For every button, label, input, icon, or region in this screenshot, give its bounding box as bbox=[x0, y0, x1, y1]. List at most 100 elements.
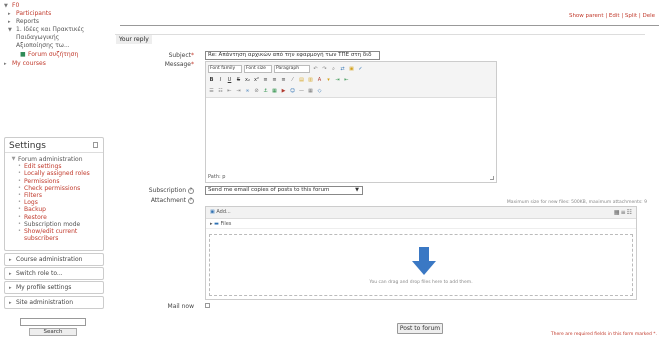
background-color-icon[interactable]: ▾ bbox=[325, 77, 332, 84]
subscription-select[interactable]: Send me email copies of posts to this fo… bbox=[205, 186, 363, 195]
dropdown-arrow-icon: ▼ bbox=[355, 187, 359, 193]
subscript-icon[interactable]: x₂ bbox=[244, 77, 251, 84]
bold-icon[interactable]: B bbox=[208, 77, 215, 84]
link-icon[interactable]: ∞ bbox=[244, 88, 251, 95]
emoticon-icon[interactable]: ☺ bbox=[289, 88, 296, 95]
settings-item[interactable]: • Restore bbox=[15, 214, 99, 221]
resize-handle[interactable] bbox=[490, 176, 494, 180]
strikethrough-icon[interactable]: S bbox=[235, 77, 242, 84]
search-form: Search bbox=[20, 318, 90, 336]
numbered-list-icon[interactable]: ☷ bbox=[217, 88, 224, 95]
image-icon[interactable]: ▦ bbox=[271, 88, 278, 95]
help-icon[interactable]: ? bbox=[188, 187, 194, 194]
media-icon[interactable]: ▶ bbox=[280, 88, 287, 95]
post-to-forum-button[interactable]: Post to forum bbox=[397, 323, 443, 334]
font-size-select[interactable]: Font size bbox=[244, 65, 272, 73]
undo-icon[interactable]: ↶ bbox=[312, 66, 319, 73]
add-file-button[interactable]: ▣ Add... bbox=[210, 209, 231, 215]
block-site-administration[interactable]: ▸ Site administration bbox=[4, 296, 104, 309]
settings-body: ▼ Forum administration • Edit settings • L… bbox=[5, 153, 103, 245]
italic-icon[interactable]: I bbox=[217, 77, 224, 84]
settings-link[interactable]: Filters bbox=[24, 192, 42, 199]
settings-item[interactable]: • Subscription mode bbox=[15, 221, 99, 228]
ltr-icon[interactable]: ⇥ bbox=[334, 77, 341, 84]
nav-link[interactable]: F0 bbox=[12, 2, 19, 10]
clean-icon[interactable]: ⁄ bbox=[289, 77, 296, 84]
align-right-icon[interactable]: ≡ bbox=[280, 77, 287, 84]
bullet-icon: • bbox=[18, 192, 21, 199]
search-input[interactable] bbox=[20, 318, 86, 326]
filemanager-toolbar: ▣ Add... ▦≡☷ bbox=[206, 207, 636, 219]
underline-icon[interactable]: U bbox=[226, 77, 233, 84]
view-mode-icons[interactable]: ▦≡☷ bbox=[614, 209, 633, 216]
forum-administration-node[interactable]: ▼ Forum administration bbox=[9, 156, 99, 163]
align-left-icon[interactable]: ≡ bbox=[262, 77, 269, 84]
paste-word-icon[interactable]: ▥ bbox=[307, 77, 314, 84]
bullet-icon: • bbox=[18, 206, 21, 213]
subject-input[interactable]: Re: Απάντηση αρχικών από την εφαρμογή τω… bbox=[205, 51, 380, 60]
settings-block: Settings ▼ Forum administration • Edit se… bbox=[4, 137, 104, 251]
outdent-icon[interactable]: ⇤ bbox=[226, 88, 233, 95]
anchor-icon[interactable]: ⚓ bbox=[262, 88, 269, 95]
settings-link[interactable]: Locally assigned roles bbox=[24, 170, 90, 177]
mailnow-checkbox[interactable] bbox=[205, 303, 210, 308]
nav-link[interactable]: Forum συζήτηση bbox=[28, 51, 78, 59]
settings-link[interactable]: Show/edit current subscribers bbox=[24, 228, 94, 242]
settings-link[interactable]: Backup bbox=[24, 206, 46, 213]
hr-icon[interactable]: — bbox=[298, 88, 305, 95]
redo-icon[interactable]: ↷ bbox=[321, 66, 328, 73]
paragraph-select[interactable]: Paragraph bbox=[274, 65, 310, 73]
find-icon[interactable]: ⌕ bbox=[330, 66, 337, 73]
settings-item[interactable]: • Backup bbox=[15, 206, 99, 213]
post-command-links[interactable]: Show parent | Edit | Split | Dele bbox=[569, 13, 655, 19]
align-center-icon[interactable]: ≡ bbox=[271, 77, 278, 84]
settings-item[interactable]: • Locally assigned roles bbox=[15, 170, 99, 177]
nav-item-reports[interactable]: ▸ Reports bbox=[4, 18, 104, 26]
spellcheck-icon[interactable]: ✓ bbox=[357, 66, 364, 73]
settings-item[interactable]: • Edit settings bbox=[15, 163, 99, 170]
filemanager-path: ▸ ▬ Files bbox=[206, 219, 636, 229]
block-my-profile-settings[interactable]: ▸ My profile settings bbox=[4, 281, 104, 294]
nav-item-forum[interactable]: ■ Forum συζήτηση bbox=[4, 51, 104, 59]
settings-link[interactable]: Logs bbox=[24, 199, 38, 206]
nav-item-participants[interactable]: ▸ Participants bbox=[4, 10, 104, 18]
files-path-label[interactable]: Files bbox=[220, 221, 231, 227]
dock-icon[interactable] bbox=[93, 142, 98, 148]
font-family-select[interactable]: Font family bbox=[208, 65, 242, 73]
settings-link[interactable]: Restore bbox=[24, 214, 47, 221]
settings-item[interactable]: • Show/edit current subscribers bbox=[15, 228, 99, 242]
settings-link[interactable]: Check permissions bbox=[24, 185, 80, 192]
settings-link[interactable]: Permissions bbox=[24, 178, 60, 185]
paste-text-icon[interactable]: ▤ bbox=[298, 77, 305, 84]
unlink-icon[interactable]: ⊘ bbox=[253, 88, 260, 95]
help-icon[interactable]: ? bbox=[188, 197, 194, 204]
nav-link[interactable]: My courses bbox=[12, 60, 46, 68]
bullet-icon: • bbox=[18, 163, 21, 170]
rtl-icon[interactable]: ⇤ bbox=[343, 77, 350, 84]
message-editor[interactable]: Font family Font size Paragraph ↶ ↷ ⌕ ⇄ … bbox=[205, 61, 497, 183]
settings-item[interactable]: • Permissions bbox=[15, 178, 99, 185]
replace-icon[interactable]: ⇄ bbox=[339, 66, 346, 73]
fullscreen-icon[interactable]: ▣ bbox=[348, 66, 355, 73]
bullet-icon: • bbox=[18, 199, 21, 206]
settings-item[interactable]: • Check permissions bbox=[15, 185, 99, 192]
settings-item[interactable]: • Filters bbox=[15, 192, 99, 199]
block-course-administration[interactable]: ▸ Course administration bbox=[4, 253, 104, 266]
superscript-icon[interactable]: x² bbox=[253, 77, 260, 84]
text-color-icon[interactable]: A bbox=[316, 77, 323, 84]
block-switch-role[interactable]: ▸ Switch role to... bbox=[4, 267, 104, 280]
bullet-list-icon[interactable]: ☰ bbox=[208, 88, 215, 95]
settings-link[interactable]: Edit settings bbox=[24, 163, 61, 170]
upload-arrow-icon bbox=[412, 247, 436, 275]
file-drop-zone[interactable]: You can drag and drop files here to add … bbox=[209, 234, 633, 296]
nav-item-section[interactable]: ▼ 1. Ιδέες και Πρακτικές Παιδαγωγικής Αξ… bbox=[4, 26, 104, 50]
table-icon[interactable]: ▦ bbox=[307, 88, 314, 95]
nav-item-course[interactable]: ▼ F0 bbox=[4, 2, 104, 10]
nav-link[interactable]: Participants bbox=[16, 10, 51, 18]
nav-item-my-courses[interactable]: ▸ My courses bbox=[4, 60, 104, 68]
settings-item[interactable]: • Logs bbox=[15, 199, 99, 206]
indent-icon[interactable]: ⇥ bbox=[235, 88, 242, 95]
bullet-icon: ▸ bbox=[8, 11, 11, 17]
search-button[interactable]: Search bbox=[29, 328, 77, 336]
html-icon[interactable]: ◇ bbox=[316, 88, 323, 95]
